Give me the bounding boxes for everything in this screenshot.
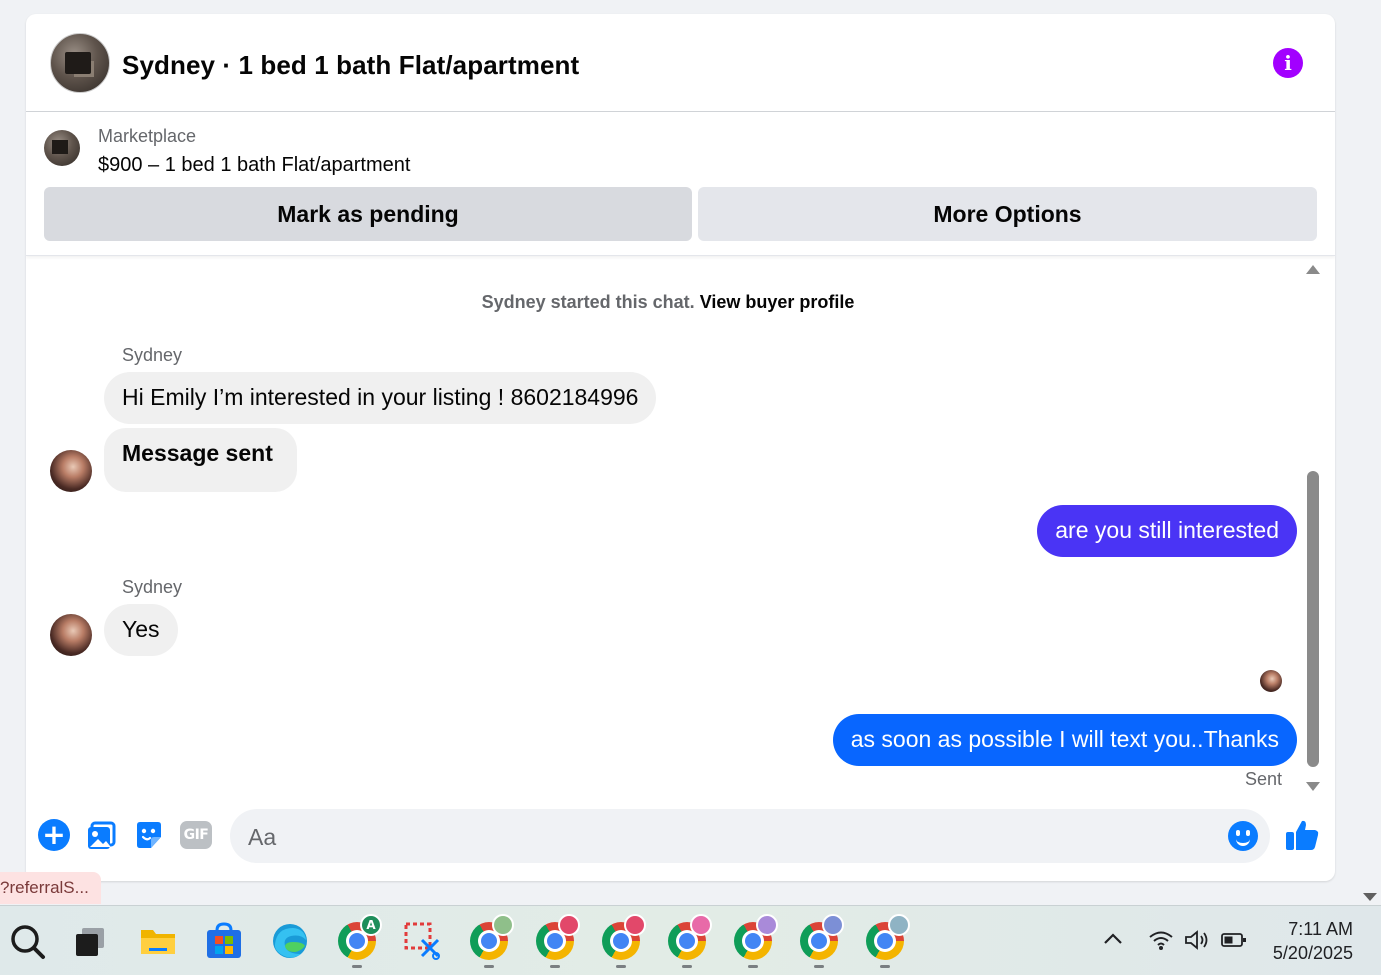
chrome-profile-badge: A <box>360 914 382 936</box>
chrome-icon[interactable] <box>602 914 646 960</box>
scroll-up-arrow-icon[interactable] <box>1306 265 1320 274</box>
taskbar-clock[interactable]: 7:11 AM 5/20/2025 <box>1273 917 1353 965</box>
running-indicator <box>616 965 626 968</box>
message-thread[interactable]: Sydney started this chat. View buyer pro… <box>26 257 1335 797</box>
listing-price-line[interactable]: $900 – 1 bed 1 bath Flat/apartment <box>98 154 410 177</box>
task-view-icon[interactable] <box>72 922 110 960</box>
chrome-profile-avatar <box>756 914 778 936</box>
view-buyer-profile-link[interactable]: View buyer profile <box>700 292 855 312</box>
sender-name: Sydney <box>122 345 183 365</box>
chrome-icon[interactable] <box>536 914 580 960</box>
message-bubble-outgoing[interactable]: are you still interested <box>1037 505 1297 557</box>
chrome-icon[interactable] <box>734 914 778 960</box>
message-input[interactable]: Aa <box>230 809 1270 863</box>
chrome-icon[interactable]: A <box>338 914 382 960</box>
running-indicator <box>814 965 824 968</box>
chat-started-text: Sydney started this chat. <box>481 292 695 312</box>
clock-time: 7:11 AM <box>1288 919 1353 939</box>
marketplace-label: Marketplace <box>98 126 197 146</box>
chat-started-notice: Sydney started this chat. View buyer pro… <box>26 292 1310 313</box>
read-receipt-avatar <box>1260 670 1282 692</box>
status-bar-url: ?referralS... <box>0 872 101 904</box>
chrome-profile-avatar <box>492 914 514 936</box>
running-indicator <box>682 965 692 968</box>
sent-status: Sent <box>1244 769 1282 789</box>
emoji-icon[interactable] <box>1228 821 1258 851</box>
chrome-profile-avatar <box>558 914 580 936</box>
page-scrollbar[interactable] <box>1359 0 1381 905</box>
chat-scrollbar[interactable] <box>1305 261 1321 791</box>
message-composer: + GIF Aa <box>26 809 1335 865</box>
running-indicator <box>352 965 362 968</box>
message-bubble-incoming[interactable]: Yes <box>104 604 178 656</box>
running-indicator <box>880 965 890 968</box>
running-indicator <box>484 965 494 968</box>
listing-summary: Marketplace $900 – 1 bed 1 bath Flat/apa… <box>26 112 1335 256</box>
show-hidden-icons-chevron-icon[interactable] <box>1102 928 1124 956</box>
listing-mini-thumbnail[interactable] <box>44 130 80 166</box>
sticker-icon[interactable] <box>133 819 165 851</box>
marketplace-chat-window: Sydney · 1 bed 1 bath Flat/apartment i M… <box>26 14 1335 881</box>
windows-taskbar: A 7:11 AM 5/20/2025 <box>0 905 1381 975</box>
chrome-profile-avatar <box>624 914 646 936</box>
chrome-profile-avatar <box>690 914 712 936</box>
thumbs-up-icon[interactable] <box>1284 817 1320 853</box>
clock-date: 5/20/2025 <box>1272 943 1353 963</box>
running-indicator <box>550 965 560 968</box>
chrome-icon[interactable] <box>470 914 514 960</box>
plus-circle-icon[interactable]: + <box>38 819 70 851</box>
microsoft-store-icon[interactable] <box>205 922 243 960</box>
message-bubble-outgoing[interactable]: as soon as possible I will text you..Tha… <box>832 714 1297 766</box>
snipping-tool-icon[interactable] <box>404 922 442 960</box>
sender-name: Sydney <box>122 577 183 597</box>
volume-icon[interactable] <box>1183 928 1211 958</box>
chat-title: Sydney · 1 bed 1 bath Flat/apartment <box>122 50 580 80</box>
edge-icon[interactable] <box>271 922 309 960</box>
gif-icon[interactable]: GIF <box>180 821 212 849</box>
wifi-icon[interactable] <box>1148 928 1174 958</box>
file-explorer-icon[interactable] <box>139 922 177 960</box>
mark-as-pending-button[interactable]: Mark as pending <box>44 187 692 241</box>
chrome-profile-avatar <box>822 914 844 936</box>
photo-icon[interactable] <box>86 819 118 851</box>
chrome-icon[interactable] <box>668 914 712 960</box>
search-icon[interactable] <box>8 922 46 960</box>
more-options-button[interactable]: More Options <box>698 187 1317 241</box>
listing-thumbnail[interactable] <box>50 33 110 93</box>
scrollbar-thumb[interactable] <box>1307 471 1319 767</box>
sydney-avatar[interactable] <box>50 450 92 492</box>
message-input-placeholder: Aa <box>248 824 277 850</box>
message-bubble-incoming[interactable]: Hi Emily I’m interested in your listing … <box>104 372 657 424</box>
message-bubble-incoming[interactable]: Message sent <box>104 428 297 492</box>
chrome-profile-avatar <box>888 914 910 936</box>
scroll-down-arrow-icon[interactable] <box>1306 782 1320 791</box>
chrome-icon[interactable] <box>866 914 910 960</box>
running-indicator <box>748 965 758 968</box>
battery-icon[interactable] <box>1220 928 1248 958</box>
chrome-icon[interactable] <box>800 914 844 960</box>
chat-header: Sydney · 1 bed 1 bath Flat/apartment i <box>26 14 1335 112</box>
sydney-avatar[interactable] <box>50 614 92 656</box>
info-icon[interactable]: i <box>1273 48 1303 78</box>
page-scroll-down-arrow-icon[interactable] <box>1363 893 1377 901</box>
